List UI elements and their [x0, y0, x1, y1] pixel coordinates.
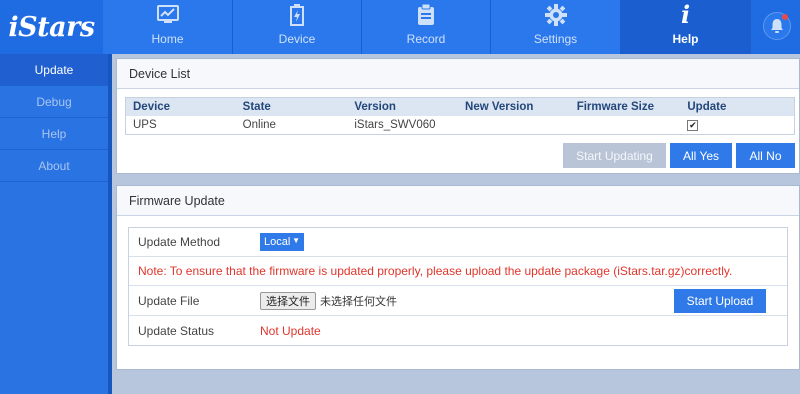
- update-status-value: Not Update: [260, 323, 321, 338]
- choose-file-button[interactable]: 选择文件: [260, 291, 316, 310]
- start-upload-button[interactable]: Start Upload: [674, 288, 766, 313]
- tab-device[interactable]: Device: [233, 0, 362, 54]
- tab-help-label: Help: [672, 32, 699, 46]
- table-row: UPS Online iStars_SWV060 ✔: [126, 116, 794, 134]
- cell-device: UPS: [133, 119, 157, 131]
- dropdown-arrow-icon: ▼: [292, 236, 300, 245]
- sidebar-item-about[interactable]: About: [0, 150, 108, 182]
- all-yes-button[interactable]: All Yes: [670, 143, 732, 168]
- firmware-update-form: Update Method Local ▼ Note: To ensure th…: [128, 227, 788, 346]
- clipboard-icon: [417, 4, 435, 26]
- info-icon: i: [680, 0, 691, 29]
- top-navigation-bar: iStars Home Device Record Settings i Hel…: [0, 0, 800, 54]
- sidebar-item-help[interactable]: Help: [0, 118, 108, 150]
- app-logo: iStars: [8, 11, 95, 43]
- tab-help[interactable]: i Help: [621, 0, 751, 54]
- tab-settings[interactable]: Settings: [491, 0, 621, 54]
- sidebar: Update Debug Help About: [0, 54, 112, 394]
- tab-home-label: Home: [151, 32, 184, 46]
- device-list-panel: Device List Device State Version New Ver…: [116, 58, 800, 174]
- alarm-bell-icon: [771, 19, 783, 33]
- chart-monitor-icon: [156, 4, 179, 26]
- sidebar-item-debug[interactable]: Debug: [0, 86, 108, 118]
- tab-record[interactable]: Record: [362, 0, 491, 54]
- tab-device-label: Device: [278, 32, 316, 46]
- update-method-select[interactable]: Local ▼: [260, 233, 304, 251]
- update-method-row: Update Method Local ▼: [129, 228, 787, 257]
- column-header-device: Device: [133, 101, 171, 113]
- update-status-label: Update Status: [138, 323, 215, 338]
- device-table: Device State Version New Version Firmwar…: [125, 97, 795, 135]
- alarm-bell-button[interactable]: [763, 12, 791, 40]
- cell-version: iStars_SWV060: [354, 119, 436, 131]
- tab-settings-label: Settings: [533, 32, 578, 46]
- notification-dot: [782, 14, 788, 20]
- update-note: Note: To ensure that the firmware is upd…: [138, 264, 733, 278]
- cell-state: Online: [242, 119, 276, 131]
- start-updating-button[interactable]: Start Updating: [563, 143, 666, 168]
- update-checkbox[interactable]: ✔: [687, 120, 699, 131]
- gear-icon: [544, 4, 567, 26]
- no-file-chosen-text: 未选择任何文件: [320, 295, 397, 308]
- firmware-update-title: Firmware Update: [117, 186, 799, 216]
- tab-home[interactable]: Home: [103, 0, 233, 54]
- device-table-header: Device State Version New Version Firmwar…: [126, 98, 794, 116]
- column-header-new-version: New Version: [465, 101, 534, 113]
- column-header-update: Update: [687, 101, 727, 113]
- update-file-label: Update File: [138, 293, 200, 308]
- update-file-row: Update File 选择文件 未选择任何文件 Start Upload: [129, 286, 787, 316]
- device-list-title: Device List: [117, 59, 799, 89]
- update-status-row: Update Status Not Update: [129, 316, 787, 345]
- column-header-firmware-size: Firmware Size: [576, 101, 655, 113]
- all-no-button[interactable]: All No: [736, 143, 795, 168]
- battery-icon: [290, 4, 304, 26]
- firmware-update-panel: Firmware Update Update Method Local ▼ No…: [116, 185, 800, 370]
- sidebar-item-update[interactable]: Update: [0, 54, 108, 86]
- column-header-version: Version: [354, 101, 396, 113]
- update-method-value: Local: [264, 236, 291, 248]
- note-row: Note: To ensure that the firmware is upd…: [129, 257, 787, 286]
- column-header-state: State: [242, 101, 271, 113]
- update-method-label: Update Method: [138, 235, 221, 249]
- tab-record-label: Record: [406, 32, 446, 46]
